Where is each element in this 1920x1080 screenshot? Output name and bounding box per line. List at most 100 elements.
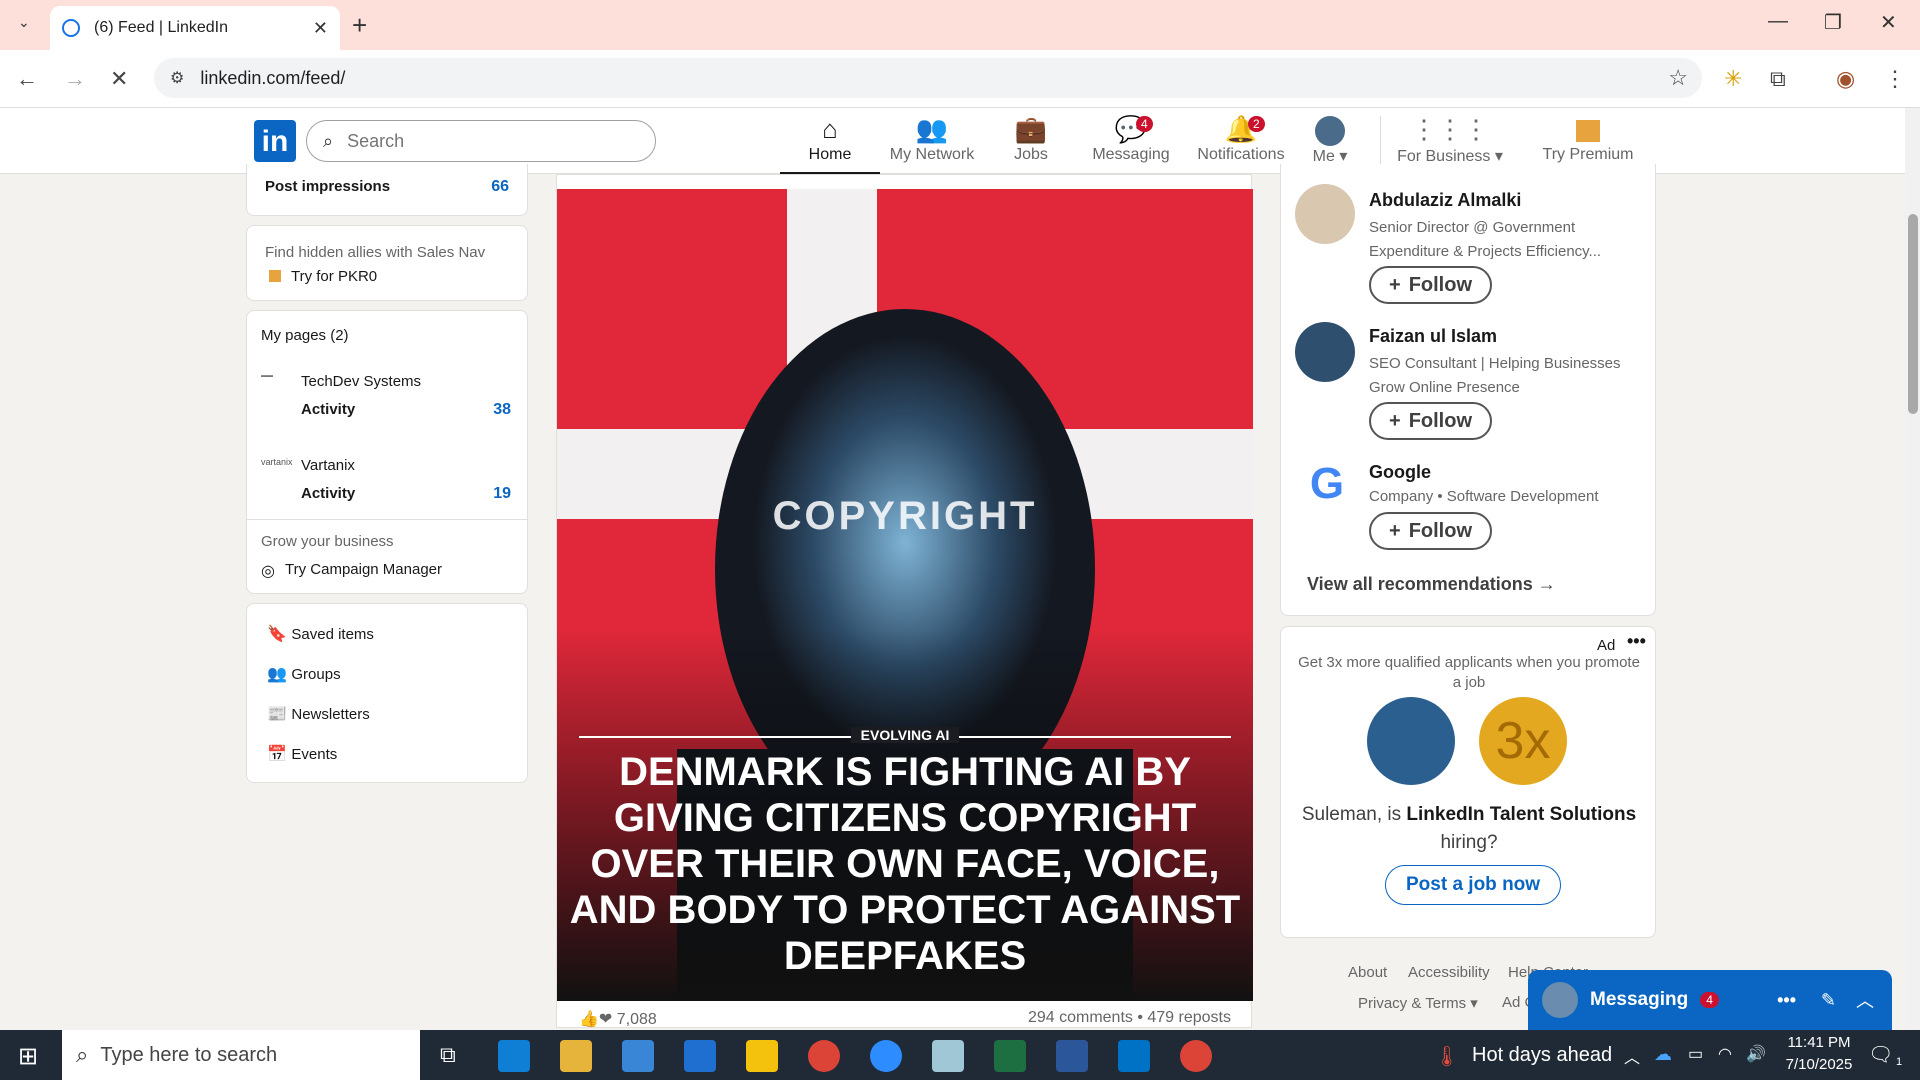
- campaign-manager-link[interactable]: Try Campaign Manager: [285, 561, 442, 578]
- browser-menu-icon[interactable]: ⋮: [1884, 66, 1906, 92]
- stop-loading-icon[interactable]: ✕: [110, 66, 128, 92]
- calendar-icon: 📅: [267, 746, 287, 763]
- sticky-notes-icon[interactable]: [746, 1040, 778, 1072]
- bookmark-star-icon[interactable]: ☆: [1668, 65, 1688, 91]
- saved-items-link[interactable]: 🔖 Saved items: [267, 624, 374, 644]
- store-icon[interactable]: [622, 1040, 654, 1072]
- comments-reposts[interactable]: 294 comments • 479 reposts: [1028, 1009, 1231, 1027]
- clock-date[interactable]: 7/10/2025: [1776, 1056, 1862, 1073]
- follow-button[interactable]: + Follow: [1369, 402, 1493, 440]
- chevron-up-icon[interactable]: ︿: [1856, 987, 1874, 1013]
- sales-nav-cta[interactable]: Try for PKR0: [291, 268, 377, 285]
- compose-icon[interactable]: ✎: [1821, 990, 1836, 1011]
- events-link[interactable]: 📅 Events: [267, 744, 337, 764]
- sales-nav-card[interactable]: Find hidden allies with Sales Nav Try fo…: [246, 225, 528, 301]
- search-icon: ⌕: [76, 1042, 89, 1067]
- weather-text[interactable]: Hot days ahead: [1472, 1044, 1612, 1067]
- zoom-icon[interactable]: [870, 1040, 902, 1072]
- search-input[interactable]: [347, 130, 628, 152]
- extension-icon[interactable]: ✳: [1724, 66, 1742, 92]
- chrome-active-icon[interactable]: [1180, 1040, 1212, 1072]
- linkedin-logo[interactable]: in: [254, 120, 296, 162]
- brand-label: EVOLVING AI: [557, 727, 1253, 743]
- nav-messaging[interactable]: 💬 4 Messaging: [1086, 112, 1176, 174]
- scrollbar-thumb[interactable]: [1908, 214, 1918, 414]
- groups-link[interactable]: 👥 Groups: [267, 664, 341, 684]
- post-job-button[interactable]: Post a job now: [1385, 865, 1562, 905]
- my-pages-title: My pages (2): [261, 327, 349, 344]
- footer-privacy-link[interactable]: Privacy & Terms ▾: [1358, 994, 1478, 1012]
- back-icon[interactable]: ←: [16, 66, 38, 92]
- reaction-icons: 👍❤: [579, 1011, 613, 1028]
- ad-menu-icon[interactable]: •••: [1627, 631, 1646, 652]
- page-name[interactable]: Vartanix: [301, 457, 355, 474]
- premium-icon: [1522, 112, 1654, 146]
- person-subtitle: Senior Director @ Government Expenditure…: [1369, 219, 1602, 260]
- recommendations-card: Abdulaziz Almalki Senior Director @ Gove…: [1280, 164, 1656, 616]
- new-tab-icon[interactable]: +: [352, 10, 367, 41]
- file-explorer-icon[interactable]: [560, 1040, 592, 1072]
- messaging-widget[interactable]: Messaging 4 ••• ✎ ︿: [1528, 970, 1892, 1030]
- address-bar[interactable]: ⚙ linkedin.com/feed/ ☆: [154, 58, 1702, 98]
- bookmark-icon: 🔖: [267, 626, 287, 643]
- briefcase-icon: 💼: [1014, 114, 1048, 144]
- follow-button[interactable]: + Follow: [1369, 512, 1493, 550]
- footer-accessibility-link[interactable]: Accessibility: [1408, 964, 1490, 981]
- nav-my-network[interactable]: 👥 My Network: [880, 112, 984, 174]
- browser-tab[interactable]: (6) Feed | LinkedIn ✕: [50, 6, 340, 50]
- tray-expand-icon[interactable]: ︿: [1624, 1044, 1640, 1068]
- clock-time[interactable]: 11:41 PM: [1782, 1034, 1856, 1051]
- profile-icon[interactable]: ◉: [1836, 66, 1855, 92]
- nav-jobs[interactable]: 💼 Jobs: [996, 112, 1066, 174]
- avatar[interactable]: [1295, 184, 1355, 244]
- minimize-icon[interactable]: —: [1768, 10, 1788, 33]
- linkedin-favicon-icon: [62, 19, 80, 37]
- forward-icon[interactable]: →: [64, 66, 86, 92]
- onedrive-icon[interactable]: ☁: [1654, 1044, 1672, 1065]
- edge-icon[interactable]: [498, 1040, 530, 1072]
- avatar[interactable]: [1295, 322, 1355, 382]
- excel-icon[interactable]: [994, 1040, 1026, 1072]
- tab-close-icon[interactable]: ✕: [313, 18, 328, 39]
- impressions-card[interactable]: Post impressions 66: [246, 164, 528, 216]
- more-options-icon[interactable]: •••: [1777, 990, 1796, 1011]
- premium-icon: [269, 270, 281, 282]
- reaction-count[interactable]: 👍❤ 7,088: [579, 1009, 657, 1029]
- extensions-puzzle-icon[interactable]: ⧉: [1770, 66, 1786, 92]
- notification-count: 1: [1896, 1056, 1903, 1068]
- campaign-icon: ◎: [261, 563, 275, 580]
- chrome-icon[interactable]: [808, 1040, 840, 1072]
- post-image[interactable]: COPYRIGHT EVOLVING AI DENMARK IS FIGHTIN…: [557, 189, 1253, 1001]
- volume-icon[interactable]: 🔊: [1746, 1044, 1766, 1064]
- tab-title: (6) Feed | LinkedIn: [94, 19, 229, 36]
- newsletters-link[interactable]: 📰 Newsletters: [267, 704, 370, 724]
- site-info-icon[interactable]: ⚙: [170, 68, 184, 88]
- restore-icon[interactable]: ❐: [1824, 10, 1842, 35]
- task-view-icon[interactable]: ⧉: [440, 1042, 456, 1068]
- page-name[interactable]: TechDev Systems: [301, 373, 421, 390]
- footer-about-link[interactable]: About: [1348, 964, 1387, 981]
- wifi-icon[interactable]: ◠: [1718, 1044, 1732, 1064]
- nav-home[interactable]: ⌂ Home: [780, 112, 880, 174]
- post-headline: DENMARK IS FIGHTING AI BY GIVING CITIZEN…: [569, 750, 1241, 978]
- window-close-icon[interactable]: ✕: [1880, 10, 1897, 35]
- page-activity-value[interactable]: 19: [493, 485, 511, 503]
- outlook-icon[interactable]: [1118, 1040, 1150, 1072]
- taskbar-search[interactable]: ⌕ Type here to search: [62, 1030, 420, 1080]
- search-bar[interactable]: ⌕: [306, 120, 656, 162]
- tab-search-icon[interactable]: ⌄: [18, 14, 30, 31]
- mail-icon[interactable]: [684, 1040, 716, 1072]
- view-all-recommendations-link[interactable]: View all recommendations →: [1307, 574, 1556, 595]
- person-name[interactable]: Faizan ul Islam: [1369, 326, 1497, 347]
- notification-center-icon[interactable]: 🗨: [1868, 1042, 1893, 1067]
- page-activity-value[interactable]: 38: [493, 401, 511, 419]
- company-name[interactable]: Google: [1369, 462, 1431, 483]
- google-logo[interactable]: G: [1305, 462, 1349, 506]
- nav-divider: [1380, 116, 1381, 170]
- person-name[interactable]: Abdulaziz Almalki: [1369, 190, 1521, 211]
- battery-icon[interactable]: ▭: [1688, 1044, 1703, 1064]
- notepad-icon[interactable]: [932, 1040, 964, 1072]
- follow-button[interactable]: + Follow: [1369, 266, 1493, 304]
- windows-start-icon[interactable]: ⊞: [18, 1042, 38, 1071]
- word-icon[interactable]: [1056, 1040, 1088, 1072]
